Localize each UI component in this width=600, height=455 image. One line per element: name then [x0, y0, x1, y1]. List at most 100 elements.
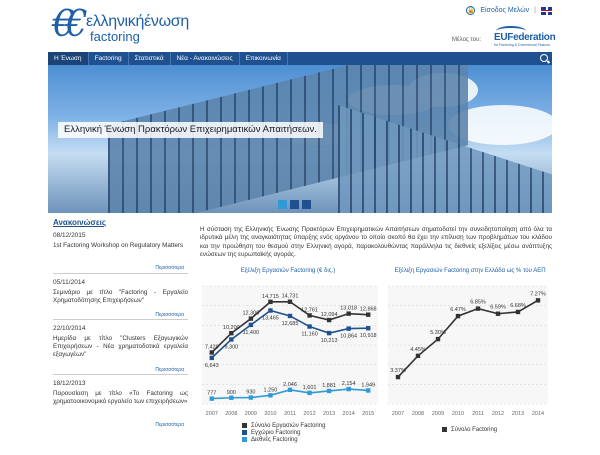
- more-link[interactable]: Περισσότερα: [155, 312, 184, 318]
- divider: [53, 374, 188, 375]
- slider-dot[interactable]: [290, 200, 299, 209]
- more-link[interactable]: Περισσότερα: [155, 422, 184, 428]
- data-point: [346, 311, 351, 316]
- data-label: 13,465: [262, 316, 279, 322]
- x-tick-label: 2009: [245, 411, 257, 417]
- news-column: Ανακοινώσεις 08/12/2015 1st Factoring Wo…: [53, 218, 188, 428]
- data-label: 13,018: [340, 306, 357, 312]
- data-label: 10,918: [360, 333, 377, 339]
- factoring-gdp-chart: 2007 2008 2009 2010 2011 2012 2013 2014 3.37% 4.4…: [388, 285, 548, 417]
- intro-paragraph: Η σύσταση της Ελληνικής Ένωσης Πρακτόρων…: [200, 226, 552, 259]
- data-label: 7.27%: [530, 291, 546, 297]
- euf-logo[interactable]: EUFederation for Factoring & Commercial …: [490, 26, 556, 48]
- data-point: [248, 395, 254, 400]
- banner-caption: Ελληνική Ένωση Πρακτόρων Επιχειρηματικών…: [58, 122, 323, 138]
- data-label: 10,213: [321, 338, 338, 344]
- news-title[interactable]: Σεμινάριο με τίτλο "Factoring - Εργαλείο…: [53, 289, 188, 305]
- data-label: 12,868: [360, 307, 377, 313]
- news-heading[interactable]: Ανακοινώσεις: [53, 218, 188, 227]
- data-point: [307, 324, 312, 329]
- data-label: 7,420: [205, 344, 219, 350]
- data-label: 14,731: [282, 294, 299, 300]
- more-link[interactable]: Περισσότερα: [155, 367, 184, 373]
- data-point: [229, 395, 234, 400]
- data-label: 1,601: [303, 385, 317, 391]
- lock-icon[interactable]: 🔒: [466, 6, 476, 15]
- slider-dot[interactable]: [302, 200, 311, 209]
- data-point: [307, 390, 312, 396]
- data-point: [229, 331, 234, 336]
- nav-item-union[interactable]: Η Ένωση: [48, 52, 89, 65]
- data-point: [229, 337, 234, 342]
- data-label: 900: [227, 390, 236, 396]
- data-point: [268, 393, 273, 398]
- x-tick-label: 2008: [412, 411, 424, 417]
- data-point: [435, 336, 441, 342]
- data-point: [248, 322, 254, 328]
- data-point: [268, 299, 273, 305]
- x-tick-label: 2007: [392, 411, 404, 417]
- top-utility-bar: 🔒 Είσοδος Μελών |: [466, 6, 552, 15]
- data-label: 6.47%: [450, 307, 466, 313]
- data-label: 12,761: [301, 307, 318, 313]
- slider-dot[interactable]: [278, 200, 287, 209]
- data-point: [248, 316, 254, 321]
- data-label: 1,881: [322, 383, 336, 389]
- data-point: [326, 317, 332, 323]
- data-label: 6.85%: [470, 300, 486, 306]
- data-point: [346, 326, 351, 331]
- data-label: 1,250: [264, 387, 278, 393]
- x-tick-label: 2014: [343, 411, 355, 417]
- data-point: [415, 353, 421, 359]
- uk-flag-icon[interactable]: [541, 6, 552, 15]
- data-point: [455, 313, 461, 319]
- data-label: 11,160: [301, 332, 317, 338]
- x-tick-label: 2014: [532, 411, 544, 417]
- legend-item: Σύνολο Factoring: [442, 426, 497, 433]
- site-logo[interactable]: €€ ελληνικήένωση factoring: [52, 7, 192, 45]
- data-point: [495, 311, 501, 316]
- x-tick-label: 2008: [225, 411, 237, 417]
- news-title[interactable]: Ημερίδα με τίτλο "Clusters Εξαγωγικών Επ…: [53, 335, 188, 359]
- data-label: 2,154: [342, 381, 356, 387]
- nav-item-factoring[interactable]: Factoring: [89, 52, 129, 65]
- more-link[interactable]: Περισσότερα: [155, 265, 184, 271]
- x-tick-label: 2010: [452, 411, 464, 417]
- member-login-link[interactable]: Είσοδος Μελών: [480, 7, 529, 14]
- nav-item-news[interactable]: Νέα - Ανακοινώσεις: [171, 52, 240, 65]
- legend-swatch: [242, 423, 247, 428]
- chart-legend: Σύνολο Εργασιών Factoring Εγχώριο Factor…: [242, 422, 325, 443]
- euf-logo-text: EUFederation: [494, 32, 556, 43]
- data-point: [307, 313, 312, 318]
- news-title[interactable]: Παρουσίαση με τίτλο «Το Factoring ως χρη…: [53, 390, 188, 406]
- search-icon[interactable]: [540, 54, 548, 62]
- data-point: [366, 326, 371, 331]
- nav-item-statistics[interactable]: Στατιστικά: [129, 52, 171, 65]
- data-point: [287, 313, 293, 319]
- data-label: 12,094: [321, 312, 338, 318]
- data-point: [395, 374, 401, 380]
- data-point: [209, 350, 214, 355]
- divider: [53, 319, 188, 320]
- data-point: [475, 306, 481, 311]
- data-label: 9,300: [224, 344, 238, 350]
- x-tick-label: 2015: [362, 411, 374, 417]
- chart-title: Εξέλιξη Εργασιών Factoring (€ δις.): [240, 268, 336, 274]
- divider: [53, 273, 188, 274]
- data-label: 4.45%: [410, 347, 426, 353]
- data-point: [535, 298, 541, 303]
- legend-label: Σύνολο Εργασιών Factoring: [251, 422, 326, 429]
- legend-label: Εγχώριο Factoring: [251, 429, 301, 436]
- news-title[interactable]: 1st Factoring Workshop on Regulatory Mat…: [53, 242, 188, 250]
- nav-item-contact[interactable]: Επικοινωνία: [240, 52, 288, 65]
- legend-item: Διεθνές Factoring: [242, 436, 325, 443]
- x-tick-label: 2011: [284, 411, 296, 417]
- x-tick-label: 2013: [512, 411, 524, 417]
- data-point: [209, 396, 214, 401]
- news-item: 08/12/2015 1st Factoring Workshop on Reg…: [53, 232, 188, 271]
- data-label: 5.30%: [430, 330, 446, 336]
- news-item: 05/11/2014 Σεμινάριο με τίτλο "Factoring…: [53, 279, 188, 318]
- news-item: 22/10/2014 Ημερίδα με τίτλο "Clusters Εξ…: [53, 325, 188, 373]
- separator: |: [534, 7, 536, 14]
- data-label: 10,864: [340, 334, 357, 340]
